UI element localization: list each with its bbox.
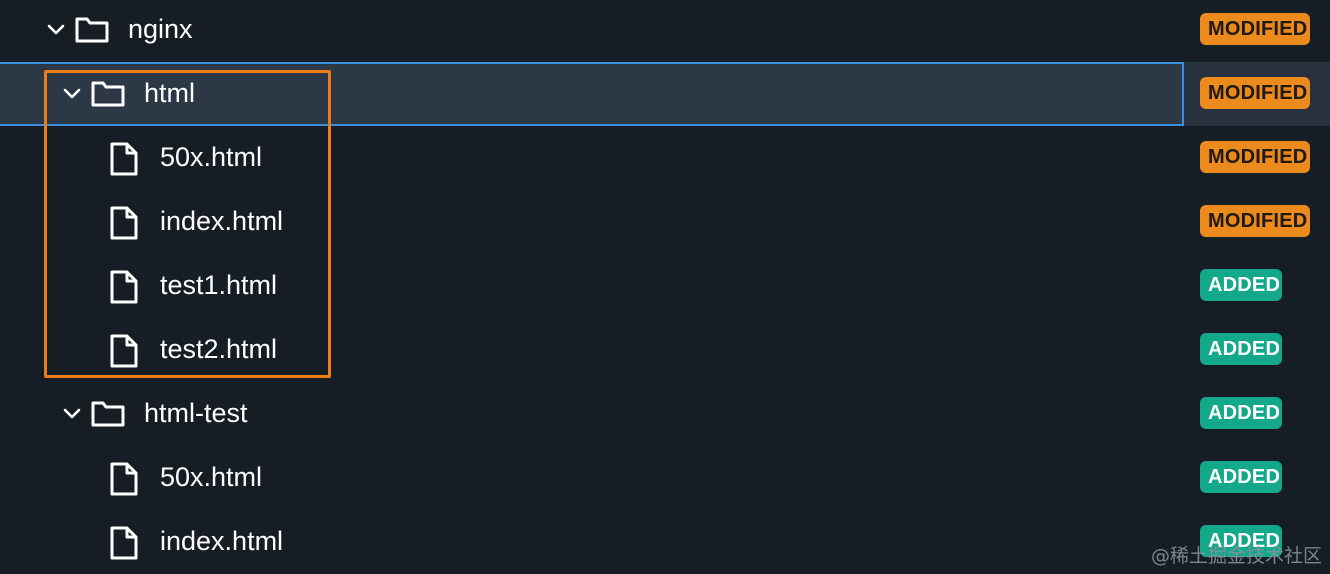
file-icon — [110, 206, 138, 240]
tree-row-label: index.html — [160, 526, 284, 556]
chevron-down-icon[interactable] — [61, 82, 83, 104]
chevron-down-icon[interactable] — [45, 18, 67, 40]
tree-row-index-html[interactable]: index.html MODIFIED — [0, 190, 1330, 254]
tree-row-label: html — [144, 78, 196, 108]
tree-row-label: index.html — [160, 206, 284, 236]
tree-row-label: html-test — [144, 398, 248, 428]
tree-row-test1-html[interactable]: test1.html ADDED — [0, 254, 1330, 318]
file-icon — [110, 526, 138, 560]
status-badge: MODIFIED — [1200, 77, 1310, 109]
status-badge: ADDED — [1200, 269, 1282, 301]
tree-row-label: 50x.html — [160, 462, 263, 492]
tree-row-label: 50x.html — [160, 142, 263, 172]
file-icon — [110, 270, 138, 304]
file-icon — [110, 142, 138, 176]
tree-row-label: test1.html — [160, 270, 278, 300]
tree-row-index-html[interactable]: index.html ADDED — [0, 510, 1330, 574]
status-badge: ADDED — [1200, 333, 1282, 365]
status-badge: MODIFIED — [1200, 141, 1310, 173]
tree-row-label: nginx — [128, 14, 193, 44]
status-badge: ADDED — [1200, 397, 1282, 429]
folder-icon — [75, 17, 109, 43]
tree-row-test2-html[interactable]: test2.html ADDED — [0, 318, 1330, 382]
tree-row-50x-html[interactable]: 50x.html MODIFIED — [0, 126, 1330, 190]
file-tree: nginx MODIFIED html MODIFIED 50x.html MO… — [0, 0, 1330, 574]
tree-row-nginx[interactable]: nginx MODIFIED — [0, 0, 1330, 62]
tree-row-label: test2.html — [160, 334, 278, 364]
tree-row-html[interactable]: html MODIFIED — [0, 62, 1330, 126]
status-badge: MODIFIED — [1200, 13, 1310, 45]
status-badge: MODIFIED — [1200, 205, 1310, 237]
tree-row-50x-html[interactable]: 50x.html ADDED — [0, 446, 1330, 510]
tree-row-html-test[interactable]: html-test ADDED — [0, 382, 1330, 446]
folder-icon — [91, 401, 125, 427]
folder-icon — [91, 81, 125, 107]
file-icon — [110, 334, 138, 368]
watermark: @稀土掘金技术社区 — [1150, 545, 1322, 567]
status-badge: ADDED — [1200, 461, 1282, 493]
chevron-down-icon[interactable] — [61, 402, 83, 424]
file-icon — [110, 462, 138, 496]
